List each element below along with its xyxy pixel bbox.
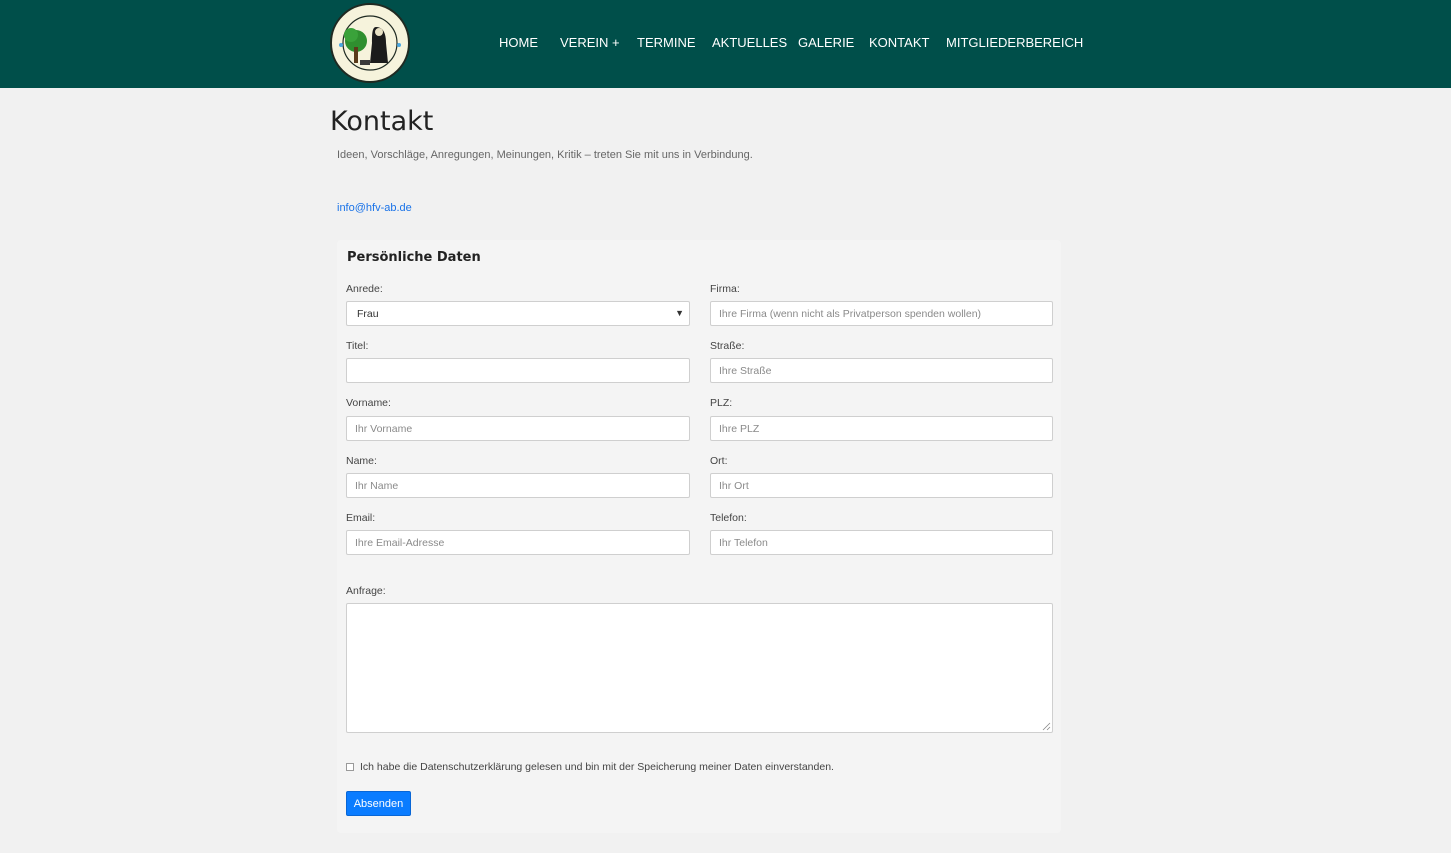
anfrage-textarea[interactable] (346, 603, 1053, 733)
anrede-label: Anrede: (346, 283, 383, 295)
anrede-selected-value: Frau (357, 308, 379, 320)
nav-home[interactable]: HOME (499, 35, 538, 50)
plz-label: PLZ: (710, 397, 733, 409)
contact-email-link[interactable]: info@hfv-ab.de (337, 202, 412, 214)
vorname-label: Vorname: (346, 397, 391, 409)
club-logo-icon[interactable] (330, 3, 410, 83)
caret-down-icon: ▼ (675, 308, 684, 318)
firma-input[interactable] (710, 301, 1053, 326)
submit-button[interactable]: Absenden (346, 791, 411, 816)
vorname-input[interactable] (346, 416, 690, 441)
ort-input[interactable] (710, 473, 1053, 498)
ort-label: Ort: (710, 455, 728, 467)
nav-kontakt[interactable]: KONTAKT (869, 35, 929, 50)
anrede-select[interactable]: Frau ▼ (346, 301, 690, 326)
titel-input[interactable] (346, 358, 690, 383)
nav-mitgliederbereich[interactable]: MITGLIEDERBEREICH (946, 35, 1083, 50)
nav-aktuelles[interactable]: AKTUELLES (712, 35, 787, 50)
page-title: Kontakt (330, 106, 434, 137)
name-label: Name: (346, 455, 377, 467)
telefon-label: Telefon: (710, 512, 747, 524)
strasse-label: Straße: (710, 340, 745, 352)
nav-galerie[interactable]: GALERIE (798, 35, 854, 50)
form-section-title: Persönliche Daten (347, 250, 481, 265)
top-navigation-bar: HOME VEREIN + TERMINE AKTUELLES GALERIE … (0, 0, 1451, 88)
privacy-consent-label: Ich habe die Datenschutzerklärung gelese… (360, 761, 834, 773)
strasse-input[interactable] (710, 358, 1053, 383)
titel-label: Titel: (346, 340, 369, 352)
plz-input[interactable] (710, 416, 1053, 441)
privacy-consent-checkbox[interactable] (346, 763, 354, 771)
page-lead-text: Ideen, Vorschläge, Anregungen, Meinungen… (337, 149, 753, 161)
telefon-input[interactable] (710, 530, 1053, 555)
name-input[interactable] (346, 473, 690, 498)
email-label: Email: (346, 512, 376, 524)
firma-label: Firma: (710, 283, 740, 295)
nav-verein[interactable]: VEREIN + (560, 35, 620, 50)
resize-grip-icon[interactable] (1042, 722, 1051, 731)
anfrage-label: Anfrage: (346, 585, 386, 597)
email-input[interactable] (346, 530, 690, 555)
nav-termine[interactable]: TERMINE (637, 35, 696, 50)
